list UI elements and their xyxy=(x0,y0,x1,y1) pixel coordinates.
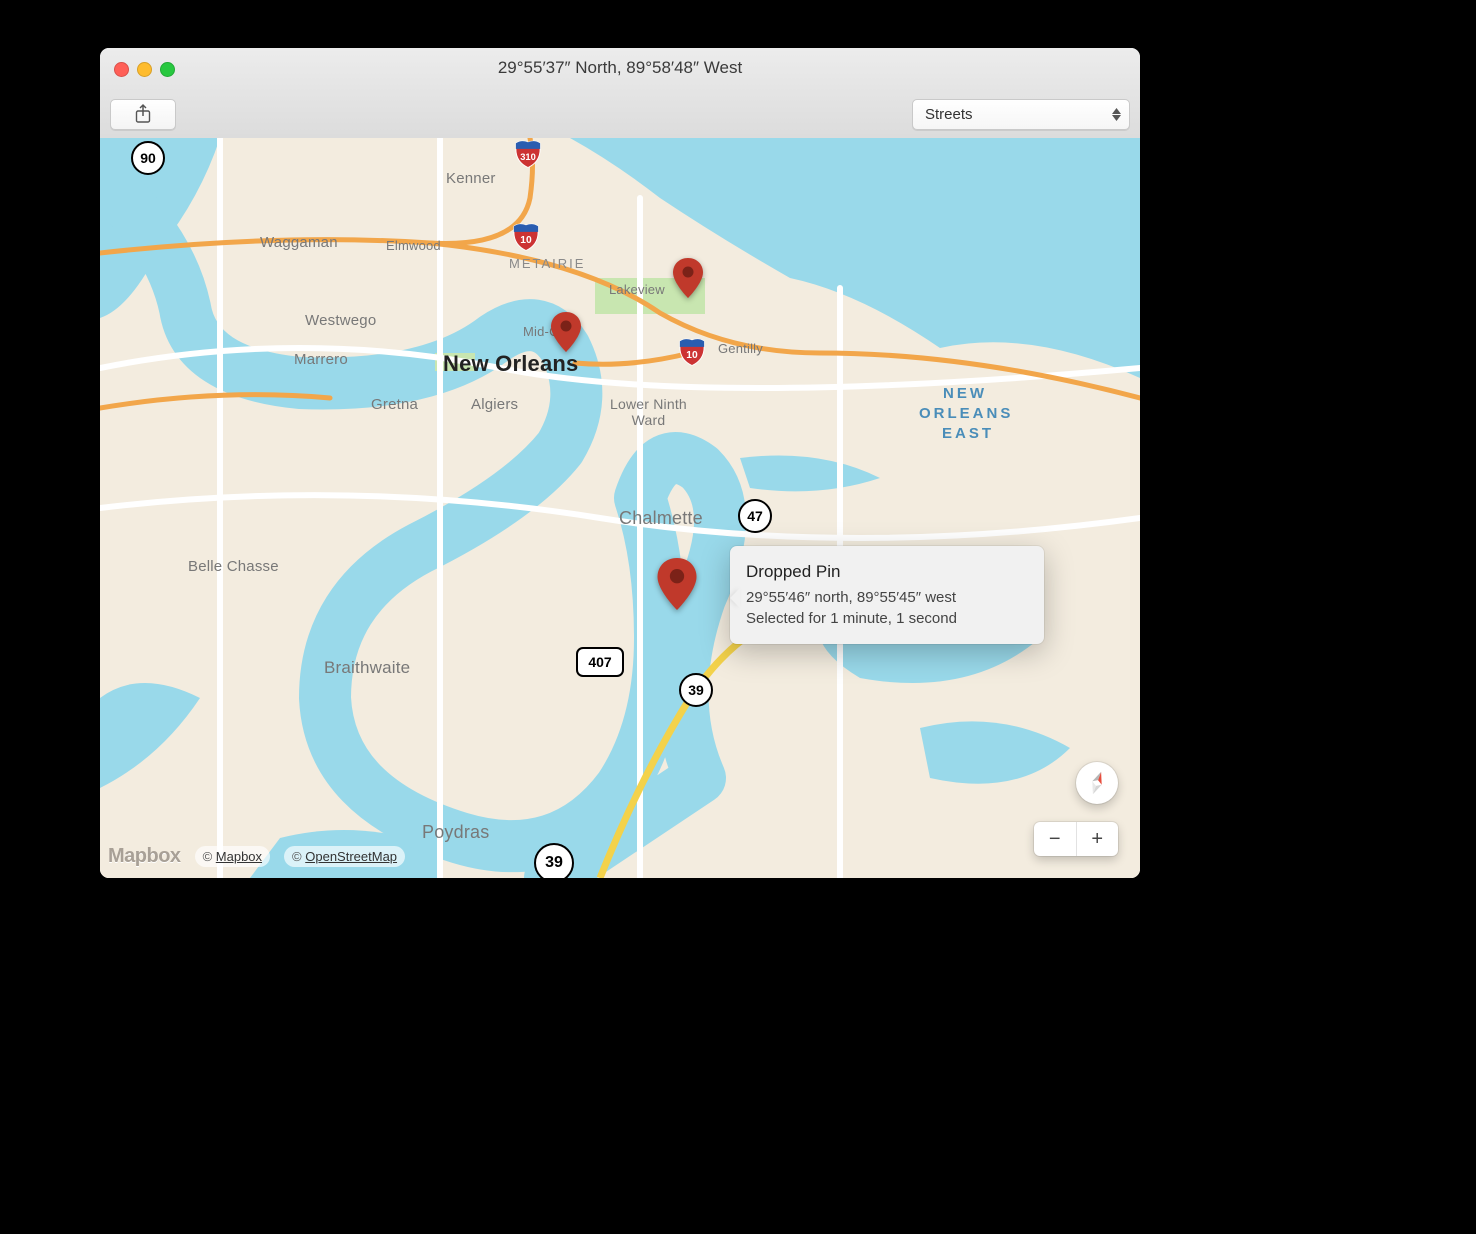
map-style-selected: Streets xyxy=(925,106,973,123)
map-canvas[interactable]: 310 10 10 90 47 407 39 39 Kenner Waggama… xyxy=(100,138,1140,878)
callout-title: Dropped Pin xyxy=(746,560,1026,585)
share-icon xyxy=(135,104,151,124)
map-style-dropdown[interactable]: Streets xyxy=(912,99,1130,130)
map-pin-midcity[interactable] xyxy=(551,312,581,352)
share-button[interactable] xyxy=(110,99,176,130)
stepper-icon xyxy=(1112,108,1121,121)
zoom-control: − + xyxy=(1034,822,1118,856)
compass-icon xyxy=(1084,769,1109,798)
map-pin-lakeview[interactable] xyxy=(673,258,703,298)
zoom-in-button[interactable]: + xyxy=(1077,822,1119,856)
map-background xyxy=(100,138,1140,878)
mapbox-logo: Mapbox xyxy=(108,845,181,868)
callout-duration: Selected for 1 minute, 1 second xyxy=(746,608,1026,630)
app-window: 29°55′37″ North, 89°58′48″ West Streets xyxy=(100,48,1140,878)
pin-callout[interactable]: Dropped Pin 29°55′46″ north, 89°55′45″ w… xyxy=(730,546,1044,644)
mapbox-link[interactable]: Mapbox xyxy=(216,849,262,864)
callout-coords: 29°55′46″ north, 89°55′45″ west xyxy=(746,587,1026,609)
attribution: Mapbox © Mapbox © OpenStreetMap xyxy=(108,845,405,868)
zoom-out-button[interactable]: − xyxy=(1034,822,1077,856)
compass-button[interactable] xyxy=(1076,762,1118,804)
attrib-mapbox: © Mapbox xyxy=(195,846,270,867)
titlebar: 29°55′37″ North, 89°58′48″ West Streets xyxy=(100,48,1140,139)
toolbar: Streets xyxy=(110,97,1130,131)
window-title: 29°55′37″ North, 89°58′48″ West xyxy=(100,58,1140,78)
osm-link[interactable]: OpenStreetMap xyxy=(305,849,397,864)
attrib-osm: © OpenStreetMap xyxy=(284,846,405,867)
map-pin-dropped[interactable] xyxy=(657,558,697,610)
